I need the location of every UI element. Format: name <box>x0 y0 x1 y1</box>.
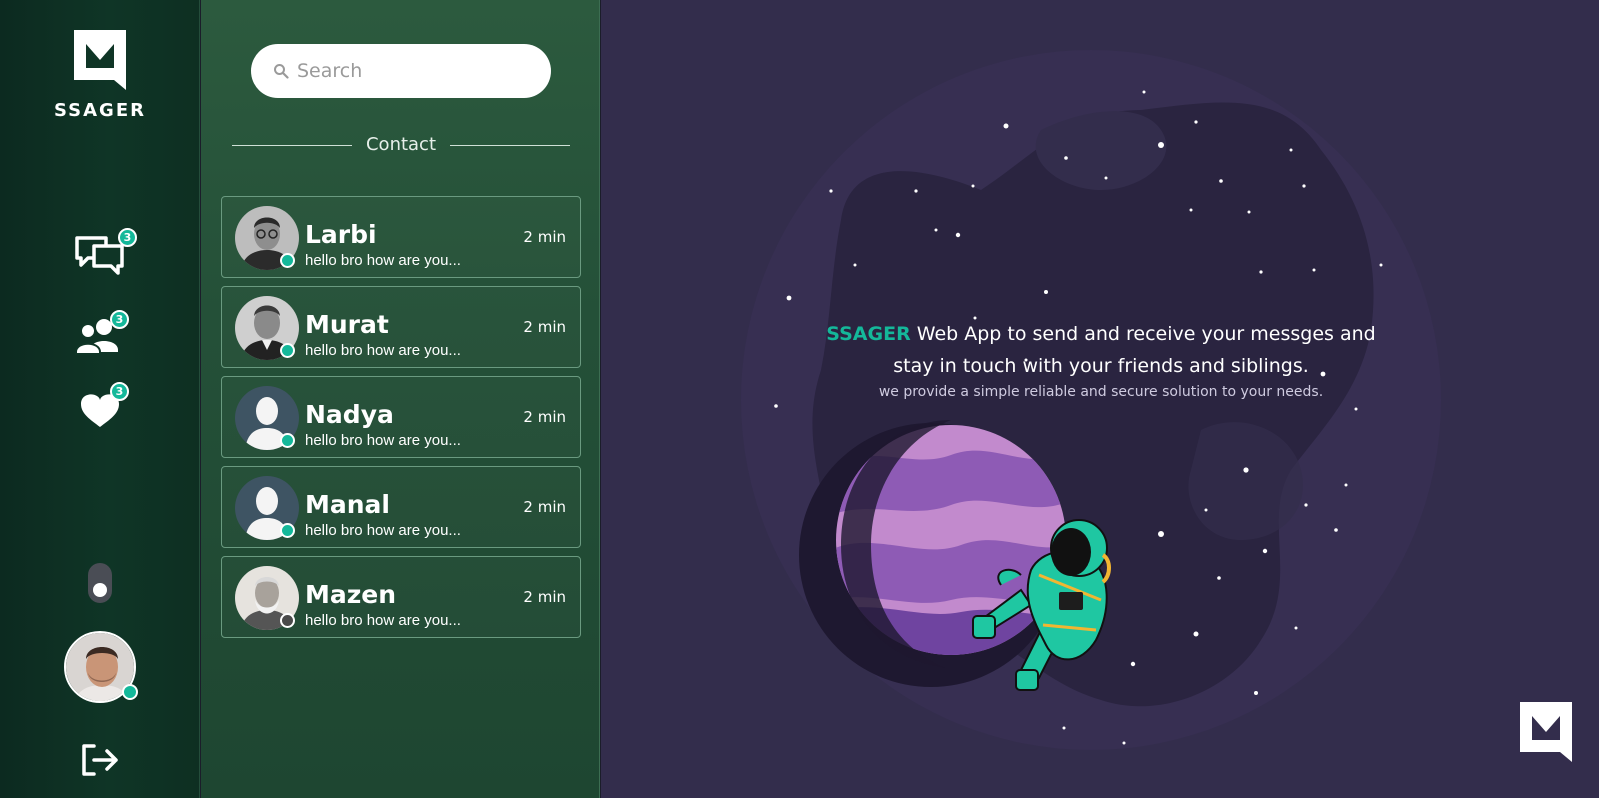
status-online-dot <box>280 433 295 448</box>
favorites-badge: 3 <box>110 382 129 401</box>
theme-toggle[interactable] <box>88 563 112 603</box>
contact-preview: hello bro how are you... <box>305 342 461 359</box>
contact-item-murat[interactable]: Murat 2 min hello bro how are you... <box>221 286 581 368</box>
app-logo[interactable]: SSAGER <box>0 30 200 121</box>
nav-favorites-button[interactable]: 3 <box>74 382 129 438</box>
contact-item-manal[interactable]: Manal 2 min hello bro how are you... <box>221 466 581 548</box>
profile-status-dot <box>122 684 138 700</box>
divider <box>450 145 570 146</box>
welcome-text: SSAGER Web App to send and receive your … <box>811 318 1391 382</box>
search-input[interactable] <box>297 44 537 98</box>
contact-time: 2 min <box>523 498 566 516</box>
nav-rail: SSAGER 3 3 3 <box>0 0 200 798</box>
corner-logo-icon <box>1520 702 1572 762</box>
contact-time: 2 min <box>523 408 566 426</box>
contact-time: 2 min <box>523 588 566 606</box>
brand-name: SSAGER <box>54 100 146 121</box>
contact-name: Murat <box>305 310 389 339</box>
logo-icon <box>74 30 126 90</box>
contact-time: 2 min <box>523 318 566 336</box>
welcome-area: SSAGER Web App to send and receive your … <box>601 0 1599 798</box>
toggle-knob <box>93 583 107 597</box>
welcome-brand: SSAGER <box>826 323 911 345</box>
contact-time: 2 min <box>523 228 566 246</box>
contact-name: Mazen <box>305 580 397 609</box>
contact-name: Nadya <box>305 400 394 429</box>
status-online-dot <box>280 253 295 268</box>
contact-preview: hello bro how are you... <box>305 432 461 449</box>
welcome-subtitle: we provide a simple reliable and secure … <box>878 384 1324 400</box>
logout-icon <box>82 744 118 776</box>
contact-preview: hello bro how are you... <box>305 252 461 269</box>
contact-item-nadya[interactable]: Nadya 2 min hello bro how are you... <box>221 376 581 458</box>
contacts-panel: Contact Larbi 2 min hello bro how are yo… <box>201 0 600 798</box>
contact-section-header: Contact <box>232 132 570 160</box>
chats-badge: 3 <box>118 228 137 247</box>
contact-item-mazen[interactable]: Mazen 2 min hello bro how are you... <box>221 556 581 638</box>
contact-item-larbi[interactable]: Larbi 2 min hello bro how are you... <box>221 196 581 278</box>
contacts-badge: 3 <box>110 310 129 329</box>
contact-preview: hello bro how are you... <box>305 612 461 629</box>
logout-button[interactable] <box>78 740 122 780</box>
contact-name: Manal <box>305 490 390 519</box>
contact-preview: hello bro how are you... <box>305 522 461 539</box>
search-box[interactable] <box>251 44 551 98</box>
nav-chats-button[interactable]: 3 <box>74 228 137 282</box>
status-online-dot <box>280 523 295 538</box>
status-online-dot <box>280 343 295 358</box>
nav-contacts-button[interactable]: 3 <box>74 310 129 366</box>
status-offline-dot <box>280 613 295 628</box>
contact-name: Larbi <box>305 220 377 249</box>
search-icon <box>274 64 289 79</box>
welcome-description: Web App to send and receive your messges… <box>893 323 1376 377</box>
